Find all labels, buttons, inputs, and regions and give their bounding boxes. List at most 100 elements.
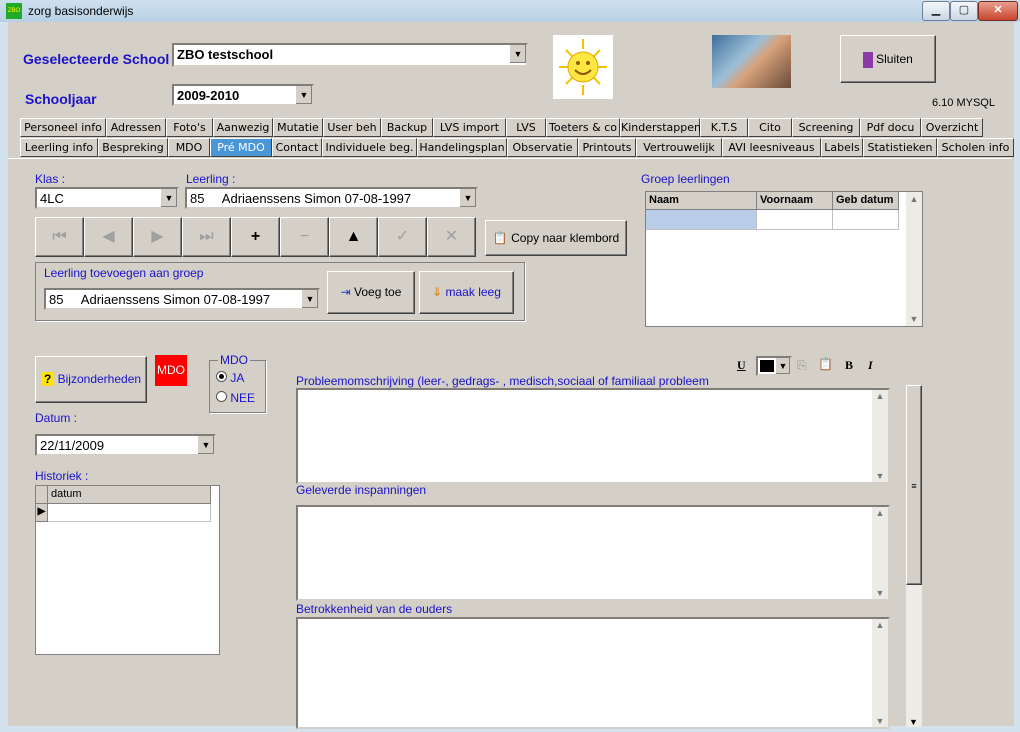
nav-insert-button[interactable]: + [231, 217, 280, 257]
scroll-up-icon[interactable]: ▲ [872, 620, 888, 630]
tab-cito[interactable]: Cito [748, 118, 792, 137]
scroll-down-icon[interactable]: ▼ [909, 717, 918, 727]
memo-ouders[interactable]: ▲ ▼ [296, 617, 890, 729]
chevron-down-icon[interactable]: ▼ [160, 189, 177, 207]
klas-select[interactable]: 4LC ▼ [35, 187, 179, 209]
copy-clipboard-button[interactable]: 📋 Copy naar klembord [485, 220, 627, 256]
grid-header-naam[interactable]: Naam [646, 192, 757, 210]
memo-probleem[interactable]: ▲ ▼ [296, 388, 890, 484]
nav-prior-button[interactable]: ◀ [84, 217, 133, 257]
voeg-toe-button[interactable]: ⇥ Voeg toe [327, 271, 415, 314]
sluiten-button[interactable]: Sluiten [840, 35, 936, 83]
groep-grid[interactable]: Naam Voornaam Geb datum ▲ ▼ [645, 191, 923, 327]
title-bar: ZBO zorg basisonderwijs ▁ ▢ ✕ [0, 0, 1020, 22]
italic-icon[interactable]: I [868, 358, 873, 373]
color-picker[interactable]: ▼ [756, 356, 792, 376]
scroll-up-icon[interactable]: ▲ [906, 194, 922, 204]
memo-scrollbar[interactable]: ▲ ▼ [872, 619, 888, 727]
scroll-down-icon[interactable]: ▼ [872, 588, 888, 598]
tab-statistieken[interactable]: Statistieken [863, 138, 937, 157]
tab-kinderstappen[interactable]: Kinderstappen [620, 118, 701, 137]
nav-edit-button[interactable]: ▲ [329, 217, 378, 257]
minimize-button[interactable]: ▁ [922, 1, 950, 21]
tab-vertrouwelijk[interactable]: Vertrouwelijk [636, 138, 722, 157]
tab-adressen[interactable]: Adressen [106, 118, 166, 137]
tab-labels[interactable]: Labels [821, 138, 863, 157]
tab-pdf-docu[interactable]: Pdf docu [860, 118, 921, 137]
historiek-grid[interactable]: datum ▶ [35, 485, 220, 655]
scroll-down-icon[interactable]: ▼ [872, 716, 888, 726]
scroll-down-icon[interactable]: ▼ [906, 314, 922, 324]
chevron-down-icon[interactable]: ▼ [459, 189, 476, 207]
radio-nee[interactable]: NEE [216, 391, 255, 405]
nav-first-button[interactable]: ⏮ [35, 217, 84, 257]
tab-lvs[interactable]: LVS [506, 118, 546, 137]
radio-ja[interactable]: JA [216, 371, 244, 385]
nav-last-button[interactable]: ⏭ [182, 217, 231, 257]
tab-avi-leesniveaus[interactable]: AVI leesniveaus [722, 138, 821, 157]
tab-lvs-import[interactable]: LVS import [433, 118, 506, 137]
maak-leeg-button[interactable]: ⇓ maak leeg [419, 271, 514, 314]
memo-scrollbar[interactable]: ▲ ▼ [872, 507, 888, 599]
tab-bespreking[interactable]: Bespreking [98, 138, 168, 157]
year-select[interactable]: 2009-2010 ▼ [172, 84, 314, 106]
chevron-down-icon[interactable]: ▼ [197, 436, 214, 454]
memo-scrollbar[interactable]: ▲ ▼ [872, 390, 888, 482]
tab-mdo[interactable]: MDO [168, 138, 210, 157]
nav-post-button[interactable]: ✓ [378, 217, 427, 257]
copy-icon[interactable]: ⎘ [797, 358, 807, 373]
grid-scrollbar[interactable]: ▲ ▼ [906, 192, 922, 326]
tab-user-beh[interactable]: User beh [323, 118, 381, 137]
grid-header-geb-datum[interactable]: Geb datum [833, 192, 899, 210]
page-scrollbar[interactable]: ≡ ▼ [906, 385, 922, 727]
radio-nee-icon[interactable] [216, 391, 227, 402]
chevron-down-icon[interactable]: ▼ [295, 86, 312, 104]
maximize-button[interactable]: ▢ [950, 1, 978, 21]
tab-individuele-beg[interactable]: Individuele beg. [322, 138, 417, 157]
school-select[interactable]: ZBO testschool ▼ [172, 43, 528, 67]
scrollbar-thumb[interactable]: ≡ [906, 385, 922, 585]
nav-delete-button[interactable]: − [280, 217, 329, 257]
grid-header-datum[interactable]: datum [48, 486, 211, 504]
grid-cell[interactable] [646, 210, 757, 230]
underline-icon[interactable]: U [737, 358, 746, 373]
tab-aanwezig[interactable]: Aanwezig [213, 118, 273, 137]
tab-k-t-s[interactable]: K.T.S [700, 118, 748, 137]
radio-ja-icon[interactable] [216, 371, 227, 382]
tab-printouts[interactable]: Printouts [578, 138, 636, 157]
scroll-up-icon[interactable]: ▲ [872, 508, 888, 518]
leerling-select[interactable]: 85 Adriaenssens Simon 07-08-1997 ▼ [185, 187, 478, 209]
grid-cell[interactable] [833, 210, 899, 230]
close-button[interactable]: ✕ [978, 1, 1018, 21]
grid-cell[interactable] [48, 504, 211, 522]
tab-foto-s[interactable]: Foto's [166, 118, 213, 137]
tab-mutatie[interactable]: Mutatie [273, 118, 323, 137]
datum-picker[interactable]: 22/11/2009 ▼ [35, 434, 216, 456]
tab-observatie[interactable]: Observatie [507, 138, 578, 157]
grid-header-voornaam[interactable]: Voornaam [757, 192, 833, 210]
bold-icon[interactable]: B [845, 358, 853, 373]
tab-personeel-info[interactable]: Personeel info [20, 118, 106, 137]
tab-overzicht[interactable]: Overzicht [921, 118, 983, 137]
scroll-up-icon[interactable]: ▲ [872, 391, 888, 401]
memo-inspanningen[interactable]: ▲ ▼ [296, 505, 890, 601]
tab-pr-mdo[interactable]: Pré MDO [210, 138, 272, 157]
chevron-down-icon[interactable]: ▼ [509, 45, 526, 63]
paste-icon[interactable]: 📋 [818, 357, 833, 371]
scroll-down-icon[interactable]: ▼ [872, 471, 888, 481]
tab-screening[interactable]: Screening [792, 118, 860, 137]
nav-cancel-button[interactable]: ✕ [427, 217, 476, 257]
tab-handelingsplan[interactable]: Handelingsplan [417, 138, 507, 157]
tab-contact[interactable]: Contact [272, 138, 322, 157]
groep-leerling-select[interactable]: 85 Adriaenssens Simon 07-08-1997 ▼ [44, 288, 320, 310]
memo-label-probleem: Probleemomschrijving (leer-, gedrags- , … [296, 374, 709, 388]
chevron-down-icon[interactable]: ▼ [775, 358, 790, 374]
tab-backup[interactable]: Backup [381, 118, 433, 137]
tab-scholen-info[interactable]: Scholen info [937, 138, 1014, 157]
nav-next-button[interactable]: ▶ [133, 217, 182, 257]
grid-cell[interactable] [757, 210, 833, 230]
chevron-down-icon[interactable]: ▼ [301, 290, 318, 308]
bijzonderheden-button[interactable]: ? Bijzonderheden [35, 356, 147, 403]
tab-toeters-co[interactable]: Toeters & co [546, 118, 620, 137]
tab-leerling-info[interactable]: Leerling info [20, 138, 98, 157]
